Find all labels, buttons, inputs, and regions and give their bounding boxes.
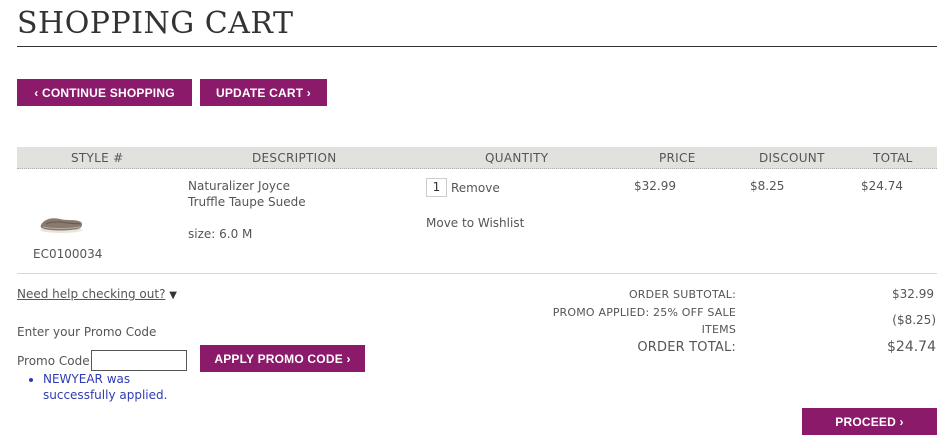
- item-total: $24.74: [861, 179, 903, 193]
- item-discount: $8.25: [750, 179, 785, 193]
- promo-applied-value: ($8.25): [892, 313, 936, 327]
- row-divider: [17, 273, 937, 274]
- title-divider: [17, 46, 937, 47]
- product-name-line1[interactable]: Naturalizer Joyce: [188, 178, 290, 194]
- promo-success-message: NEWYEAR was successfully applied.: [27, 371, 187, 403]
- move-to-wishlist-link[interactable]: Move to Wishlist: [426, 215, 524, 231]
- promo-label: Promo Code: [17, 354, 90, 368]
- header-price: PRICE: [659, 151, 696, 165]
- remove-link[interactable]: Remove: [451, 180, 500, 196]
- header-total: TOTAL: [873, 151, 913, 165]
- promo-code-input[interactable]: [91, 350, 187, 371]
- help-checkout[interactable]: Need help checking out? ▼: [17, 287, 177, 301]
- promo-prompt: Enter your Promo Code: [17, 325, 157, 339]
- style-number: EC0100034: [33, 247, 103, 261]
- promo-applied-label-2: ITEMS: [701, 323, 736, 336]
- header-discount: DISCOUNT: [759, 151, 825, 165]
- proceed-button[interactable]: PROCEED ›: [802, 408, 937, 435]
- order-subtotal-label: ORDER SUBTOTAL:: [628, 288, 736, 301]
- product-name-line2[interactable]: Truffle Taupe Suede: [188, 194, 306, 210]
- promo-applied-label-1: PROMO APPLIED: 25% OFF SALE: [552, 306, 736, 319]
- chevron-down-icon[interactable]: ▼: [169, 290, 177, 301]
- promo-success-text: NEWYEAR was successfully applied.: [43, 371, 187, 403]
- page-title: SHOPPING CART: [17, 6, 294, 41]
- cart-table-header: STYLE # DESCRIPTION QUANTITY PRICE DISCO…: [17, 147, 937, 169]
- order-subtotal-value: $32.99: [892, 287, 934, 301]
- header-style: STYLE #: [71, 151, 124, 165]
- help-checkout-link[interactable]: Need help checking out?: [17, 287, 165, 301]
- quantity-input[interactable]: 1: [426, 178, 447, 197]
- continue-shopping-button[interactable]: ‹ CONTINUE SHOPPING: [17, 79, 192, 106]
- item-price: $32.99: [634, 179, 676, 193]
- order-total-value: $24.74: [887, 339, 936, 355]
- apply-promo-button[interactable]: APPLY PROMO CODE ›: [200, 345, 365, 372]
- product-size: size: 6.0 M: [188, 227, 253, 241]
- shoe-flat-icon[interactable]: [38, 205, 84, 235]
- header-description: DESCRIPTION: [252, 151, 337, 165]
- update-cart-button[interactable]: UPDATE CART ›: [200, 79, 327, 106]
- header-quantity: QUANTITY: [485, 151, 549, 165]
- order-total-label: ORDER TOTAL:: [637, 340, 736, 355]
